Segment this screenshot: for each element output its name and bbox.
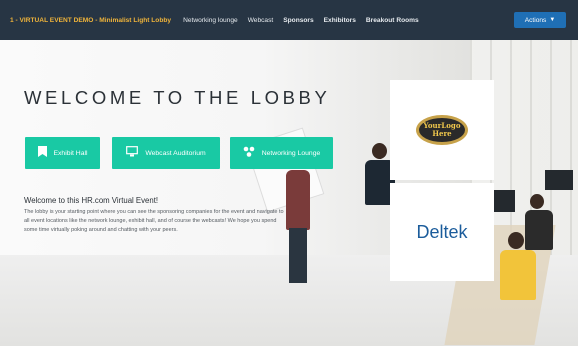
intro-paragraph: The lobby is your starting point where y… <box>24 209 284 233</box>
top-navigation-bar: 1 - VIRTUAL EVENT DEMO - Minimalist Ligh… <box>0 0 578 40</box>
event-title[interactable]: 1 - VIRTUAL EVENT DEMO - Minimalist Ligh… <box>10 17 171 24</box>
person-standing <box>286 170 310 283</box>
exhibit-hall-label: Exhibit Hall <box>53 149 88 157</box>
networking-lounge-label: Networking Lounge <box>261 149 321 157</box>
actions-dropdown-button[interactable]: Actions ▼ <box>514 12 566 28</box>
webcast-auditorium-label: Webcast Auditorium <box>145 149 206 157</box>
nav-exhibitors[interactable]: Exhibitors <box>324 17 356 24</box>
nav-webcast[interactable]: Webcast <box>248 17 274 24</box>
sponsor-tile-deltek[interactable]: Deltek <box>390 183 494 281</box>
bookmark-icon <box>37 146 47 160</box>
person-seated <box>500 250 536 300</box>
networking-lounge-button[interactable]: Networking Lounge <box>230 137 333 169</box>
exhibit-hall-button[interactable]: Exhibit Hall <box>25 137 100 169</box>
actions-label: Actions <box>524 16 547 24</box>
page-title: WELCOME TO THE LOBBY <box>24 87 331 108</box>
deltek-logo: Deltek <box>416 221 468 242</box>
webcast-auditorium-button[interactable]: Webcast Auditorium <box>112 137 220 169</box>
your-logo-here-logo: YourLogo Here <box>416 115 468 145</box>
person-head <box>530 194 544 209</box>
sponsor-tile-your-logo[interactable]: YourLogo Here <box>390 80 494 180</box>
network-icon <box>243 146 255 160</box>
person-head <box>372 143 387 159</box>
chevron-down-icon: ▼ <box>549 17 556 23</box>
nav-networking-lounge[interactable]: Networking lounge <box>183 17 238 24</box>
person-head <box>508 232 524 249</box>
nav-sponsors[interactable]: Sponsors <box>283 17 313 24</box>
nav-breakout-rooms[interactable]: Breakout Rooms <box>366 17 419 24</box>
person-seated <box>525 210 553 250</box>
laptop <box>545 170 573 190</box>
monitor-icon <box>126 146 139 160</box>
intro-heading: Welcome to this HR.com Virtual Event! <box>24 196 159 205</box>
